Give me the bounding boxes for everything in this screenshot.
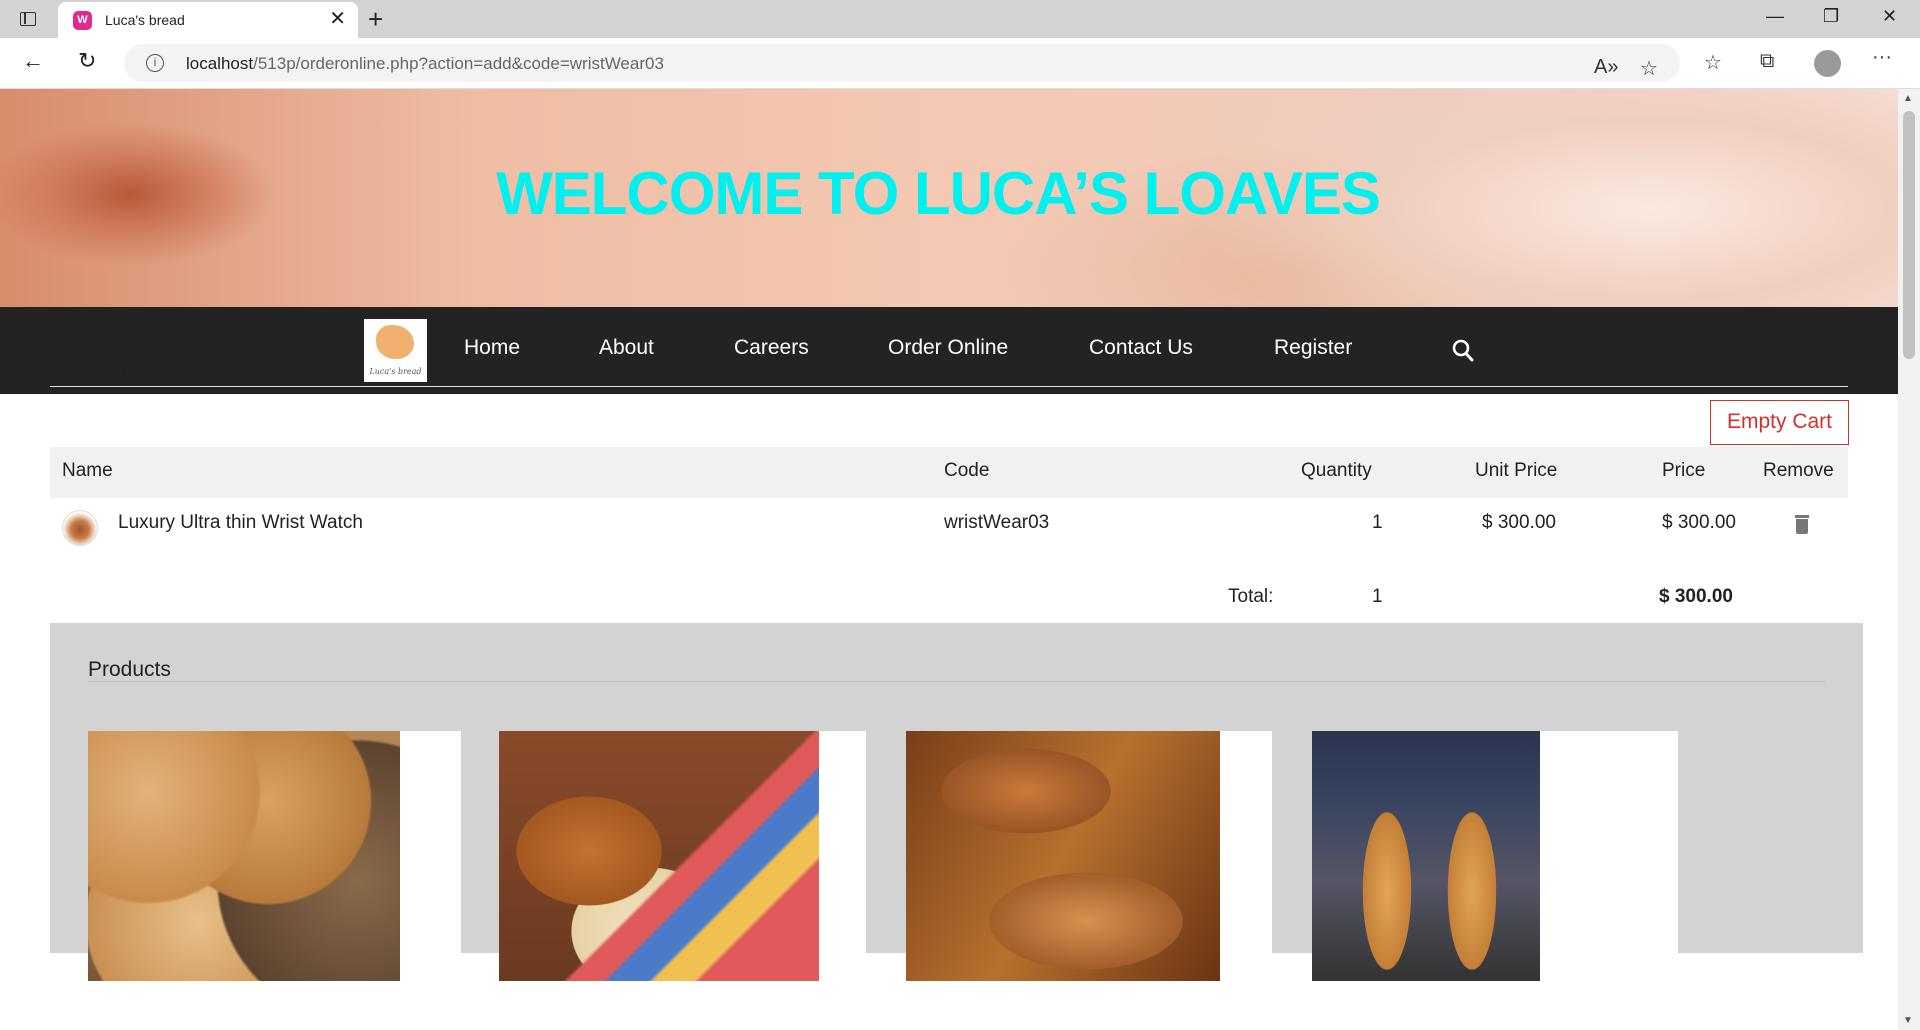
site-info-icon[interactable]: i [146,54,164,72]
new-tab-button[interactable]: + [368,4,383,34]
table-row: Luxury Ultra thin Wrist Watch wristWear0… [50,498,1848,558]
product-card[interactable] [88,731,461,981]
trash-icon[interactable] [1795,515,1809,534]
product-card[interactable] [499,731,866,981]
product-image-baguettes [1312,731,1540,981]
product-image-rustic-bread [906,731,1220,981]
scroll-down-arrow-icon[interactable]: ▼ [1903,1015,1913,1026]
favorites-icon[interactable]: ☆ [1704,50,1722,75]
url-path: /513p/orderonline.php?action=add&code=wr… [253,54,664,73]
item-quantity: 1 [1372,512,1383,533]
site-logo[interactable]: Luca's bread [364,319,427,382]
hero-title: WELCOME TO LUCA’S LOAVES [496,160,1381,227]
header-remove: Remove [1763,460,1834,481]
header-name: Name [62,460,113,481]
product-card[interactable] [1312,731,1678,981]
header-quantity: Quantity [1301,460,1372,481]
address-bar-row: ← ↻ i localhost/513p/orderonline.php?act… [0,38,1920,89]
close-tab-icon[interactable]: ✕ [329,8,346,30]
nav-about[interactable]: About [599,336,654,360]
products-title: Products [88,658,171,681]
nav-register[interactable]: Register [1274,336,1352,360]
refresh-icon[interactable]: ↻ [78,48,96,74]
product-thumbnail [62,510,98,546]
item-name: Luxury Ultra thin Wrist Watch [118,512,363,533]
header-code: Code [944,460,990,481]
divider [50,386,1848,387]
nav-home[interactable]: Home [464,336,520,360]
collections-icon[interactable]: ⧉ [1760,50,1774,73]
browser-tab[interactable]: W Luca's bread ✕ [58,2,358,38]
products-section: Products [50,623,1863,981]
header-price: Price [1662,460,1706,481]
page-scrollbar[interactable]: ▲ ▼ [1898,89,1920,1030]
divider [88,681,1826,682]
nav-order-online[interactable]: Order Online [888,336,1008,360]
url-host: localhost [186,54,254,73]
add-favorite-icon[interactable]: ☆ [1640,56,1658,81]
restore-button[interactable]: ❐ [1823,6,1839,27]
profile-avatar[interactable] [1814,50,1841,77]
nav-contact-us[interactable]: Contact Us [1089,336,1193,360]
scroll-up-arrow-icon[interactable]: ▲ [1903,93,1913,104]
search-icon[interactable] [1452,338,1474,364]
scrollbar-thumb[interactable] [1903,111,1915,359]
product-card[interactable] [906,731,1272,981]
nav-careers[interactable]: Careers [734,336,809,360]
more-options-icon[interactable]: ··· [1872,46,1892,69]
header-unit-price: Unit Price [1475,460,1558,481]
shopping-cart-title: Shopping Cart [50,357,185,380]
browser-tab-bar: W Luca's bread ✕ + — ❐ ✕ [0,0,1920,38]
total-label: Total: [1228,586,1274,607]
empty-cart-button[interactable]: Empty Cart [1710,400,1849,445]
tab-title: Luca's bread [105,12,185,28]
window-close-button[interactable]: ✕ [1882,6,1897,27]
minimize-button[interactable]: — [1766,6,1784,27]
page-viewport: WELCOME TO LUCA’S LOAVES Luca's bread Ho… [0,89,1898,1030]
site-favicon-icon: W [73,11,92,30]
logo-caption: Luca's bread [369,367,422,376]
item-code: wristWear03 [944,512,1050,533]
product-image-bread-rolls [88,731,400,981]
total-quantity: 1 [1372,586,1383,607]
read-aloud-icon[interactable]: A» [1594,56,1618,79]
hero-banner: WELCOME TO LUCA’S LOAVES [0,89,1898,307]
url-input[interactable]: i localhost/513p/orderonline.php?action=… [124,44,1680,82]
tab-actions-icon[interactable] [16,8,38,30]
total-price: $ 300.00 [1659,586,1733,607]
cart-table-header: Name Code Quantity Unit Price Price Remo… [50,447,1848,498]
url-text: localhost/513p/orderonline.php?action=ad… [186,54,664,74]
back-arrow-icon[interactable]: ← [22,48,44,74]
main-nav: Luca's bread Home About Careers Order On… [0,307,1898,394]
product-image-sandwich-loaf [499,731,819,981]
bread-logo-icon [376,325,414,359]
item-unit-price: $ 300.00 [1482,512,1556,533]
item-price: $ 300.00 [1662,512,1736,533]
